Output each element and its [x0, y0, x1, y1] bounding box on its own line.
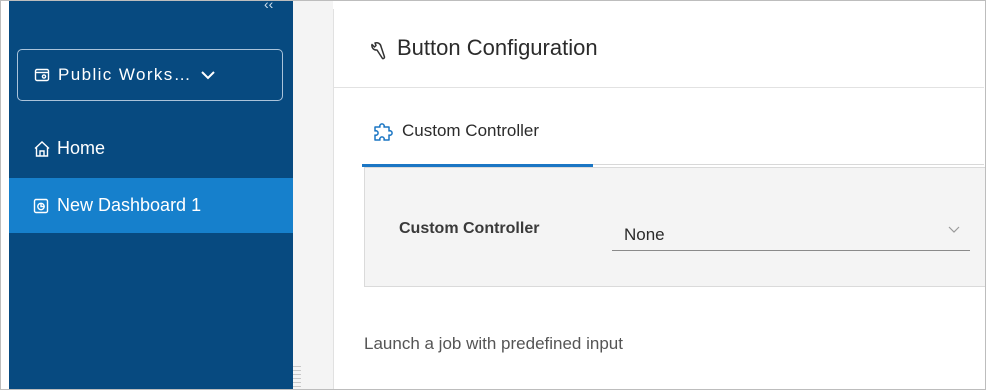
wrench-icon	[366, 39, 388, 61]
chevron-down-icon	[200, 69, 216, 81]
tab-divider	[593, 164, 984, 165]
collapse-sidebar-icon[interactable]: ‹‹	[264, 1, 273, 11]
sidebar-item-label: Home	[57, 138, 106, 158]
workspace-selector[interactable]: Public Works…	[17, 49, 283, 101]
select-value: None	[624, 225, 665, 244]
workspace-icon	[34, 67, 50, 83]
chevron-down-icon	[948, 226, 960, 234]
resize-handle[interactable]	[293, 365, 301, 389]
panel-header: Button Configuration	[334, 9, 984, 88]
dashboard-icon	[33, 198, 49, 214]
app-window: ‹‹ Public Works… Home New Dashboard 1 Bu…	[0, 0, 986, 390]
sidebar: ‹‹ Public Works… Home New Dashboard 1	[9, 1, 293, 389]
page-title: Button Configuration	[397, 35, 598, 60]
puzzle-icon	[372, 120, 396, 144]
sidebar-item-new-dashboard-1[interactable]: New Dashboard 1	[9, 178, 293, 233]
content-gutter	[293, 1, 333, 389]
description-text: Launch a job with predefined input	[364, 334, 623, 353]
home-icon	[33, 140, 51, 158]
sidebar-item-home[interactable]: Home	[9, 121, 293, 176]
sidebar-item-label: New Dashboard 1	[57, 195, 202, 215]
button-configuration-panel: Button Configuration Custom Controller C…	[333, 9, 985, 389]
tab-custom-controller[interactable]: Custom Controller	[362, 117, 593, 167]
custom-controller-select[interactable]: None	[612, 212, 970, 251]
tab-label: Custom Controller	[402, 121, 539, 140]
workspace-label: Public Works…	[58, 65, 193, 84]
custom-controller-label: Custom Controller	[399, 220, 540, 237]
controller-form: Custom Controller None	[364, 167, 985, 287]
